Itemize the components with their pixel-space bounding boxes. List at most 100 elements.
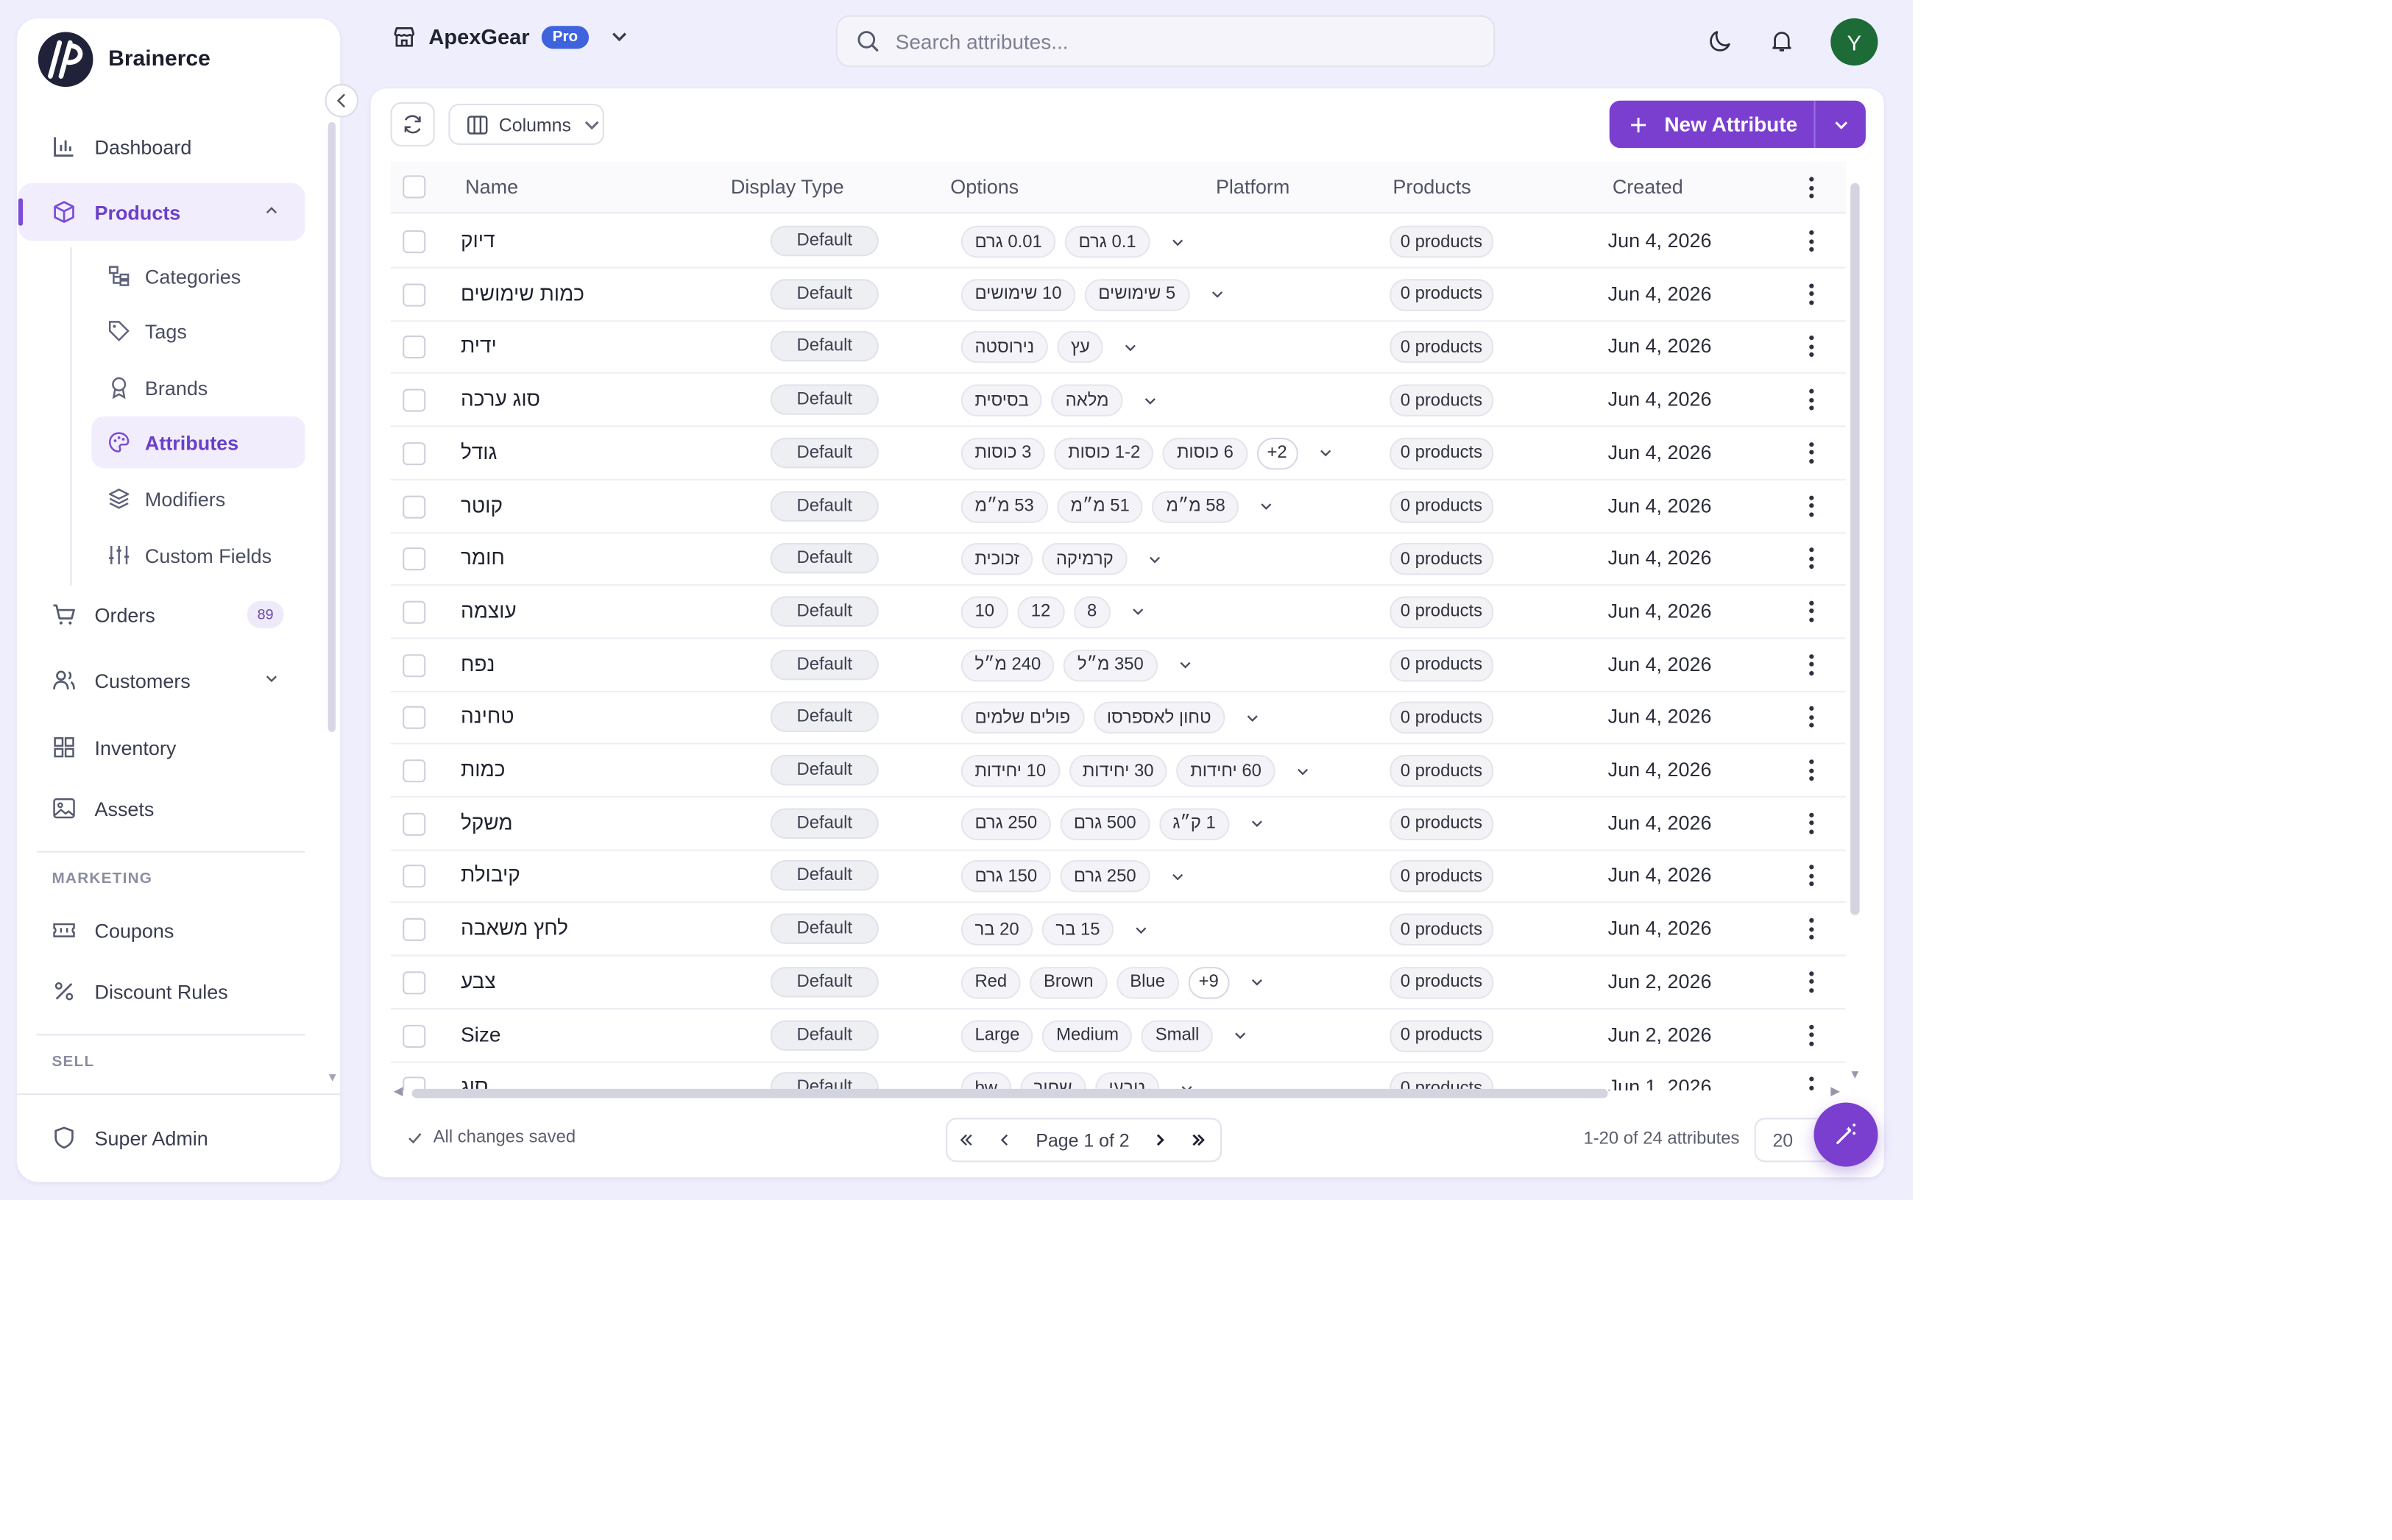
column-header-platform[interactable]: Platform xyxy=(1216,175,1289,198)
nav-dashboard[interactable]: Dashboard xyxy=(18,118,305,176)
row-actions-menu-icon[interactable] xyxy=(1803,229,1819,253)
row-checkbox[interactable] xyxy=(403,918,426,942)
row-actions-menu-icon[interactable] xyxy=(1803,1076,1819,1090)
row-checkbox[interactable] xyxy=(403,336,426,359)
attribute-name[interactable]: כמות xyxy=(461,758,506,781)
attribute-name[interactable]: חומר xyxy=(461,546,505,569)
attribute-name[interactable]: נפח xyxy=(461,652,495,675)
row-checkbox[interactable] xyxy=(403,388,426,412)
row-actions-menu-icon[interactable] xyxy=(1803,494,1819,518)
attribute-name[interactable]: Size xyxy=(461,1023,500,1046)
brand[interactable]: Brainerce xyxy=(38,32,210,88)
table-row[interactable]: סוג Default bw שחור טבעי 0 products Jun 1, 202… xyxy=(391,1062,1846,1090)
column-header-products[interactable]: Products xyxy=(1393,175,1471,198)
expand-options-button[interactable] xyxy=(1313,441,1337,466)
column-header-display-type[interactable]: Display Type xyxy=(731,175,844,198)
expand-options-button[interactable] xyxy=(1126,600,1150,624)
last-page-button[interactable] xyxy=(1180,1119,1218,1160)
row-checkbox[interactable] xyxy=(403,494,426,518)
expand-options-button[interactable] xyxy=(1142,547,1167,571)
search-input[interactable] xyxy=(895,29,1476,53)
row-actions-menu-icon[interactable] xyxy=(1803,546,1819,570)
row-checkbox[interactable] xyxy=(403,865,426,889)
row-actions-menu-icon[interactable] xyxy=(1803,282,1819,306)
table-row[interactable]: קוטר Default 53 מ״מ 51 מ״מ 58 מ״מ 0 products J… xyxy=(390,480,1846,533)
new-attribute-menu-button[interactable] xyxy=(1816,113,1866,135)
more-options-chip[interactable]: +9 xyxy=(1188,966,1230,999)
sidebar-item-custom-fields[interactable]: Custom Fields xyxy=(91,529,305,581)
row-checkbox[interactable] xyxy=(403,706,426,730)
attribute-name[interactable]: ידית xyxy=(461,335,497,358)
row-actions-menu-icon[interactable] xyxy=(1803,917,1819,941)
row-actions-menu-icon[interactable] xyxy=(1803,758,1819,782)
sidebar-item-attributes[interactable]: Attributes xyxy=(91,416,305,469)
table-row[interactable]: גודל Default 3 כוסות 1-2 כוסות 6 כוסות +2 0 pr… xyxy=(390,427,1846,480)
table-row[interactable]: טחינה Default פולים שלמים טחון לאספרסו 0 pro… xyxy=(390,692,1846,745)
ai-assistant-button[interactable] xyxy=(1814,1102,1878,1167)
table-row[interactable]: ידית Default נירוסטה עץ 0 products Jun 4, 202… xyxy=(390,321,1846,375)
row-actions-menu-icon[interactable] xyxy=(1803,652,1819,676)
row-checkbox[interactable] xyxy=(403,1023,426,1047)
nav-orders[interactable]: Orders 89 xyxy=(18,586,305,644)
attribute-name[interactable]: סוג ערכה xyxy=(461,388,540,411)
prev-page-button[interactable] xyxy=(986,1119,1024,1160)
columns-button[interactable]: Columns xyxy=(448,103,604,145)
row-actions-menu-icon[interactable] xyxy=(1803,1023,1819,1047)
column-header-name[interactable]: Name xyxy=(465,175,518,198)
table-row[interactable]: נפח Default 240 מ״ל 350 מ״ל 0 products Jun 4,… xyxy=(390,639,1846,692)
refresh-button[interactable] xyxy=(390,102,435,146)
expand-options-button[interactable] xyxy=(1205,283,1229,307)
table-row[interactable]: כמות Default 10 יחידות 30 יחידות 60 יחידות 0 … xyxy=(390,744,1846,798)
table-row[interactable]: עוצמה Default 10 12 8 0 products Jun 4, 2026 xyxy=(390,586,1846,639)
attribute-name[interactable]: קיבולת xyxy=(461,864,520,887)
nav-customers[interactable]: Customers xyxy=(18,651,305,709)
column-header-options[interactable]: Options xyxy=(950,175,1019,198)
table-row[interactable]: כמות שימושים Default 10 שימושים 5 שימושים 0 … xyxy=(390,268,1846,322)
row-actions-menu-icon[interactable] xyxy=(1803,705,1819,729)
attribute-name[interactable]: כמות שימושים xyxy=(461,282,584,305)
notifications-button[interactable] xyxy=(1766,26,1797,56)
row-checkbox[interactable] xyxy=(403,653,426,677)
table-row[interactable]: חומר Default זכוכית קרמיקה 0 products Jun 4, … xyxy=(390,533,1846,586)
attribute-name[interactable]: דיוק xyxy=(461,229,495,252)
row-checkbox[interactable] xyxy=(403,547,426,571)
nav-discount-rules[interactable]: Discount Rules xyxy=(18,962,305,1021)
expand-options-button[interactable] xyxy=(1240,706,1264,730)
table-row[interactable]: צבע Default Red Brown Blue +9 0 products Jun 2,… xyxy=(390,956,1846,1009)
expand-options-button[interactable] xyxy=(1290,759,1314,783)
theme-toggle-button[interactable] xyxy=(1705,26,1735,56)
row-actions-menu-icon[interactable] xyxy=(1803,388,1819,412)
column-header-created[interactable]: Created xyxy=(1613,175,1683,198)
scroll-left-icon[interactable]: ◀ xyxy=(394,1085,403,1099)
expand-options-button[interactable] xyxy=(1165,230,1189,254)
sidebar-item-brands[interactable]: Brands xyxy=(91,361,305,413)
table-row[interactable]: דיוק Default 0.01 גרם 0.1 גרם 0 products Jun … xyxy=(390,215,1846,269)
expand-options-button[interactable] xyxy=(1129,918,1153,942)
table-row[interactable]: Size Default Large Medium Small 0 products Jun… xyxy=(390,1009,1846,1062)
user-avatar[interactable]: Y xyxy=(1830,18,1878,66)
sidebar-scroll-down-icon[interactable]: ▼ xyxy=(327,1071,339,1085)
sidebar-item-modifiers[interactable]: Modifiers xyxy=(91,473,305,525)
expand-options-button[interactable] xyxy=(1119,336,1143,360)
row-actions-menu-icon[interactable] xyxy=(1803,599,1819,623)
row-checkbox[interactable] xyxy=(403,283,426,306)
attribute-name[interactable]: עוצמה xyxy=(461,599,517,622)
store-switcher[interactable]: ApexGear Pro xyxy=(392,24,631,49)
expand-options-button[interactable] xyxy=(1245,812,1269,836)
table-row[interactable]: קיבולת Default 150 גרם 250 גרם 0 products Jun… xyxy=(390,850,1846,904)
more-options-chip[interactable]: +2 xyxy=(1256,437,1298,469)
column-menu-icon[interactable] xyxy=(1803,175,1819,199)
nav-super-admin[interactable]: Super Admin xyxy=(18,1109,305,1167)
sidebar-item-tags[interactable]: Tags xyxy=(91,305,305,357)
row-checkbox[interactable] xyxy=(403,971,426,994)
expand-options-button[interactable] xyxy=(1254,494,1278,519)
attribute-name[interactable]: קוטר xyxy=(461,494,503,517)
row-checkbox[interactable] xyxy=(403,230,426,254)
attribute-name[interactable]: לחץ משאבה xyxy=(461,917,568,940)
first-page-button[interactable] xyxy=(947,1119,986,1160)
expand-options-button[interactable] xyxy=(1138,388,1162,413)
attribute-name[interactable]: טחינה xyxy=(461,705,514,728)
table-horizontal-scrollbar[interactable] xyxy=(411,1088,1608,1099)
table-row[interactable]: משקל Default 250 גרם 500 גרם 1 ק״ג 0 products… xyxy=(390,797,1846,851)
nav-inventory[interactable]: Inventory xyxy=(18,718,305,776)
